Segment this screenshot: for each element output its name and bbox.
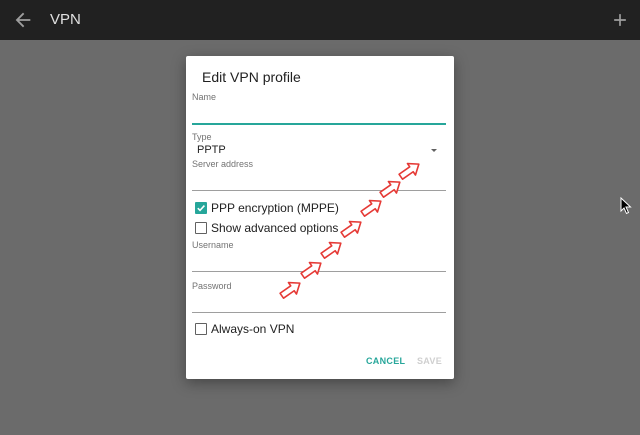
advanced-options-checkbox[interactable]: [195, 222, 207, 234]
mouse-pointer-icon: [620, 197, 632, 215]
edit-vpn-profile-dialog: Edit VPN profile Name Type PPTP Server a…: [186, 56, 454, 379]
back-arrow-icon[interactable]: [12, 9, 34, 31]
ppp-encryption-checkbox-row[interactable]: PPP encryption (MPPE): [195, 200, 339, 216]
type-label: Type: [192, 132, 212, 142]
username-input[interactable]: [192, 271, 446, 272]
always-on-vpn-checkbox-row[interactable]: Always-on VPN: [195, 321, 294, 337]
advanced-options-checkbox-row[interactable]: Show advanced options: [195, 220, 338, 236]
server-address-input[interactable]: [192, 190, 446, 191]
checkmark-icon: [197, 205, 205, 212]
password-input[interactable]: [192, 312, 446, 313]
always-on-vpn-checkbox[interactable]: [195, 323, 207, 335]
ppp-encryption-checkbox[interactable]: [195, 202, 207, 214]
advanced-options-label: Show advanced options: [211, 221, 339, 235]
server-address-label: Server address: [192, 159, 254, 169]
name-input[interactable]: [192, 123, 446, 125]
app-bar: VPN: [0, 0, 640, 40]
dialog-title: Edit VPN profile: [202, 69, 301, 85]
username-label: Username: [192, 240, 234, 250]
password-label: Password: [192, 281, 232, 291]
always-on-vpn-label: Always-on VPN: [211, 322, 295, 336]
ppp-encryption-label: PPP encryption (MPPE): [211, 201, 339, 215]
add-icon[interactable]: [610, 9, 630, 31]
dropdown-arrow-icon[interactable]: [428, 145, 440, 155]
save-button[interactable]: SAVE: [417, 356, 442, 366]
name-label: Name: [192, 92, 217, 102]
type-select[interactable]: PPTP: [197, 144, 226, 156]
cancel-button[interactable]: CANCEL: [366, 356, 405, 366]
app-bar-title: VPN: [50, 11, 81, 28]
